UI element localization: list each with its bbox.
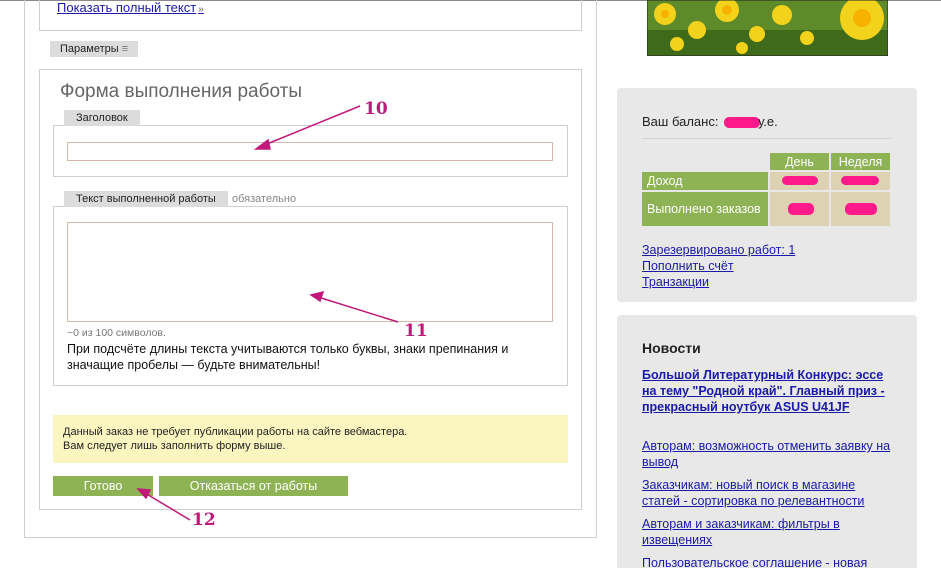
done-day-cell [770, 192, 829, 226]
done-day-redacted [788, 203, 814, 215]
annotation-10: 10 [364, 99, 388, 119]
balance-line: Ваш баланс: у.е. [642, 114, 778, 129]
reserved-works-link[interactable]: Зарезервировано работ: 1 [642, 243, 795, 257]
news-item[interactable]: Заказчикам: новый поиск в магазине стате… [642, 477, 894, 509]
arrow-11-line [317, 296, 399, 323]
annotation-12: 12 [192, 510, 216, 530]
annotation-11: 11 [404, 321, 428, 341]
arrow-11-head [309, 290, 325, 303]
income-day-redacted [782, 176, 818, 185]
news-item[interactable]: Авторам и заказчикам: фильтры в извещени… [642, 516, 894, 548]
news-item[interactable]: Большой Литературный Конкурс: эссе на те… [642, 367, 894, 415]
news-title: Новости [642, 340, 701, 356]
income-week-cell [831, 172, 890, 190]
balance-unit: у.е. [758, 114, 778, 129]
arrow-12-head [136, 488, 152, 500]
arrow-10-line [261, 105, 361, 147]
balance-value-redacted [724, 117, 761, 129]
row-income-label: Доход [642, 172, 768, 190]
row-done-label: Выполнено заказов [642, 192, 768, 226]
dandelion-banner-image [647, 0, 888, 56]
stats-table: День Неделя Доход Выполнено заказов [640, 151, 892, 228]
news-item[interactable]: Авторам: возможность отменить заявку на … [642, 438, 894, 470]
arrow-10-head [253, 138, 271, 150]
done-week-cell [831, 192, 890, 226]
income-day-cell [770, 172, 829, 190]
col-day: День [770, 153, 829, 170]
balance-label: Ваш баланс: [642, 114, 719, 129]
transactions-link[interactable]: Транзакции [642, 275, 709, 289]
arrow-12-line [144, 492, 191, 521]
col-week: Неделя [831, 153, 890, 170]
topup-account-link[interactable]: Пополнить счёт [642, 259, 734, 273]
balance-separator [642, 138, 891, 139]
done-week-redacted [845, 203, 877, 215]
income-week-redacted [841, 176, 879, 185]
news-item[interactable]: Пользовательское соглашение - новая [642, 555, 894, 568]
